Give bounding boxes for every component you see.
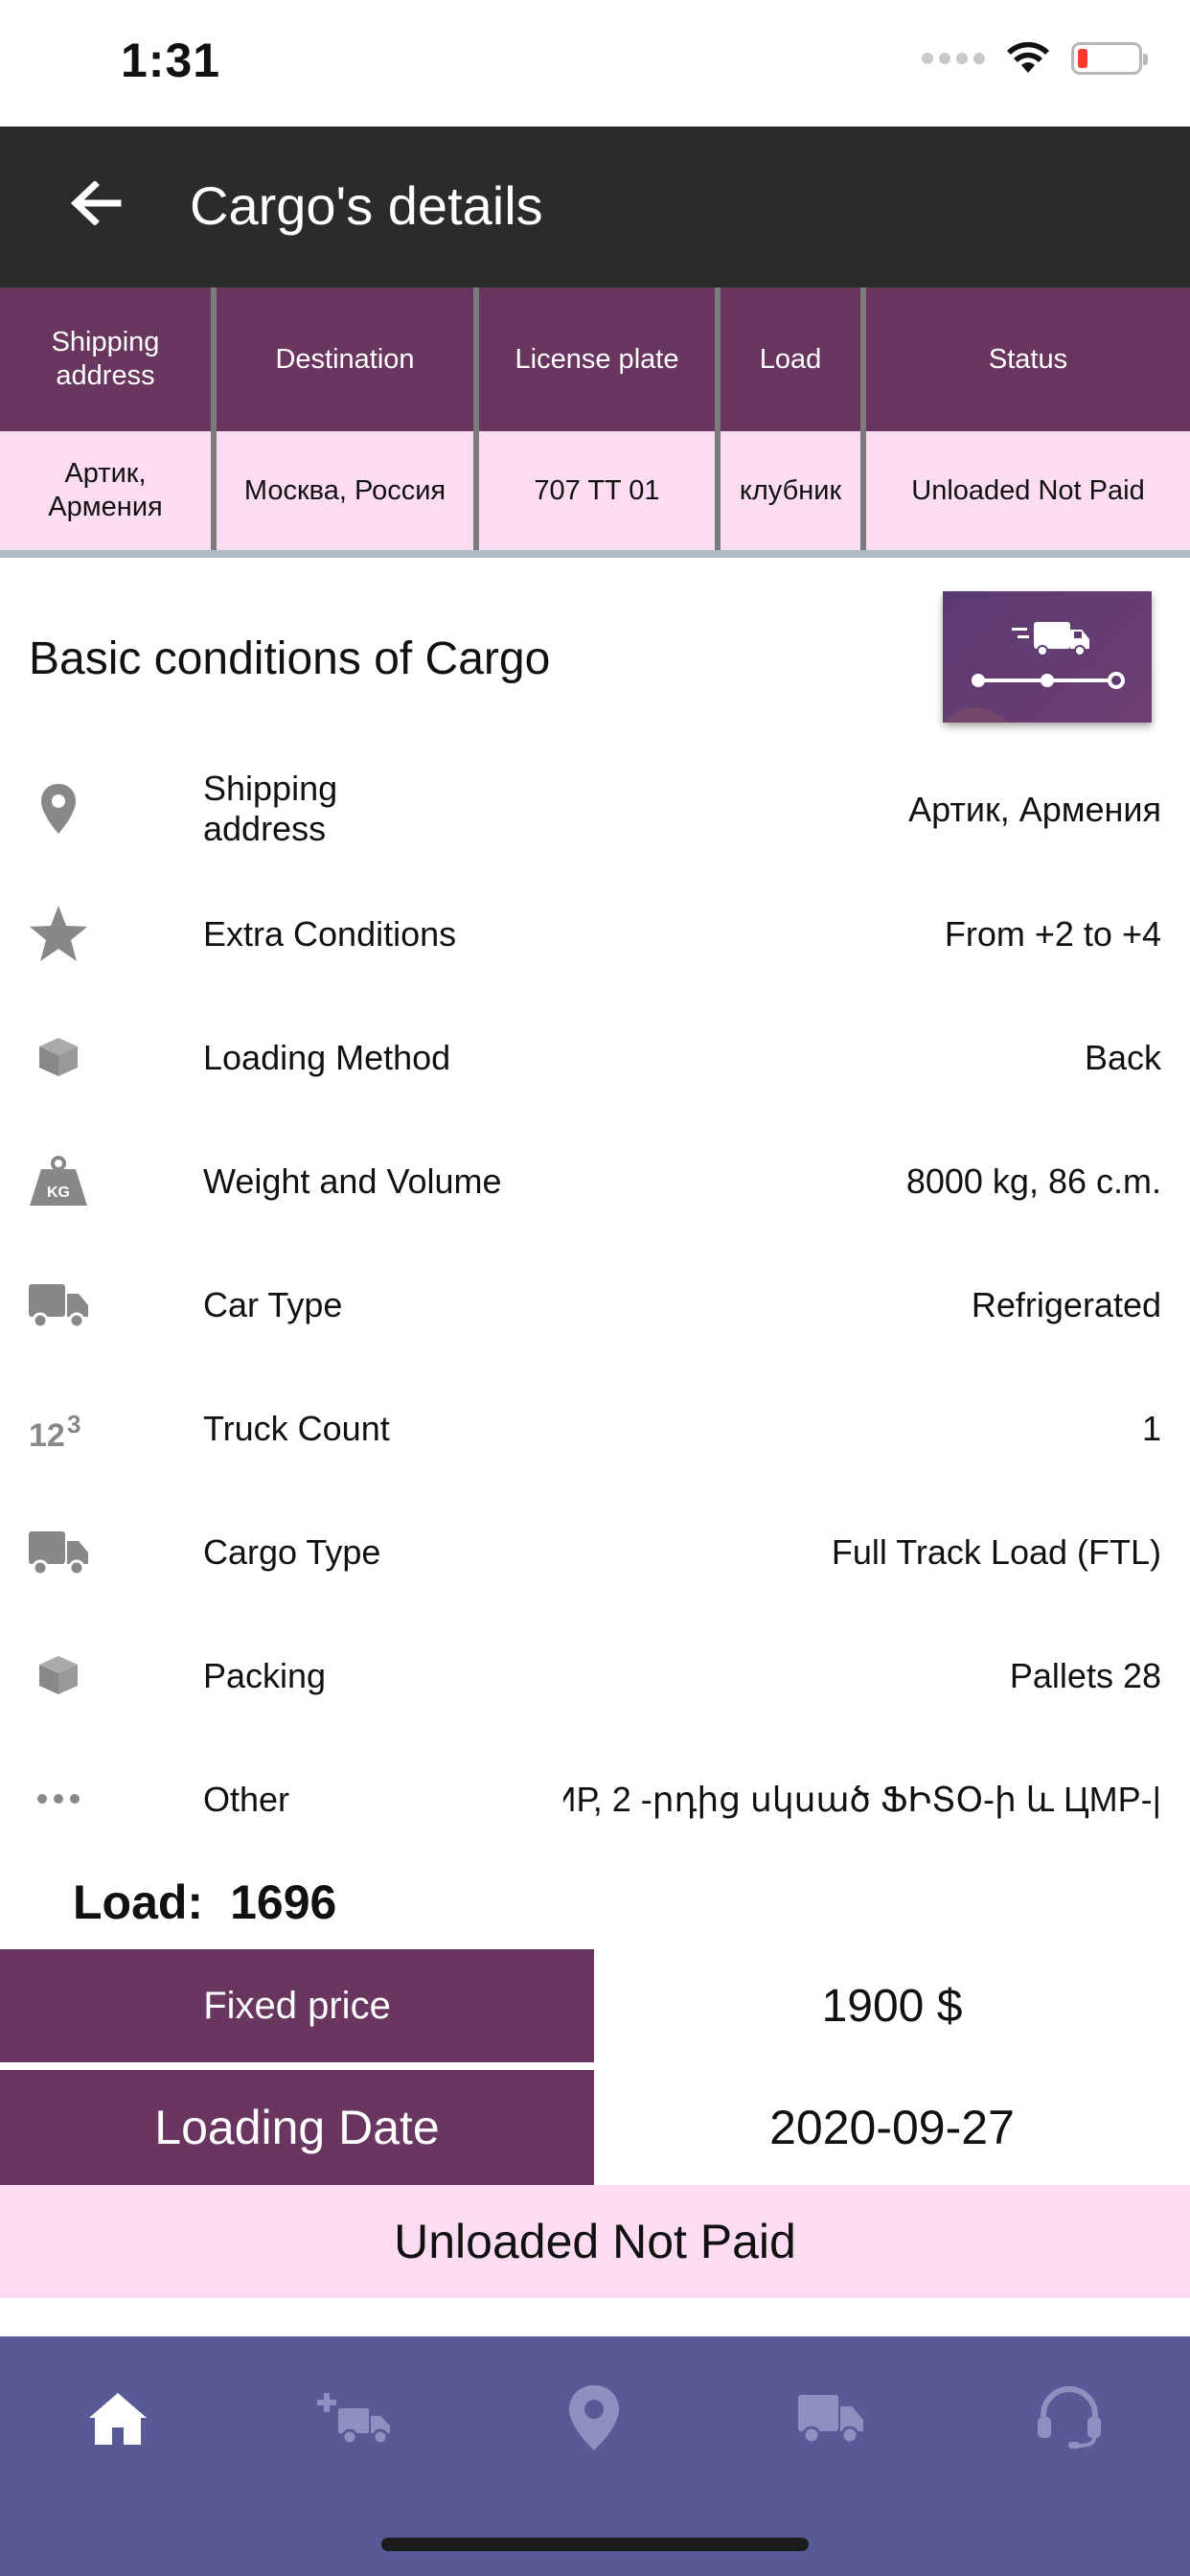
status-bar: 1:31: [0, 0, 1190, 126]
cell-destination: Москва, Россия: [217, 431, 479, 550]
detail-row-loading-method: Loading Method Back: [0, 1009, 1190, 1105]
header-license-plate: License plate: [479, 288, 721, 431]
nav-home[interactable]: [65, 2375, 171, 2461]
detail-row-weight-volume: KG Weight and Volume 8000 kg, 86 c.m.: [0, 1133, 1190, 1229]
page-title: Cargo's details: [190, 175, 543, 236]
route-button[interactable]: [943, 591, 1152, 723]
detail-value: Full Track Load (FTL): [831, 1532, 1161, 1572]
header-load: Load: [721, 288, 866, 431]
weight-kg-icon: KG: [27, 1154, 90, 1208]
table-header-row: Shipping address Destination License pla…: [0, 288, 1190, 431]
more-dots-icon: [27, 1772, 90, 1826]
detail-label: Extra Conditions: [203, 914, 457, 954]
status-banner: Unloaded Not Paid: [0, 2185, 1190, 2298]
detail-label: Truck Count: [203, 1409, 390, 1448]
header-status: Status: [866, 288, 1190, 431]
nav-support[interactable]: [1017, 2375, 1122, 2461]
location-pin-icon: [27, 782, 90, 836]
load-summary: Load: 1696: [73, 1874, 363, 1930]
detail-row-extra-conditions: Extra Conditions From +2 to +4: [0, 886, 1190, 981]
cellular-signal-icon: [922, 53, 985, 64]
header-destination: Destination: [217, 288, 479, 431]
load-label: Load:: [73, 1875, 204, 1929]
detail-row-cargo-type: Cargo Type Full Track Load (FTL): [0, 1504, 1190, 1599]
cell-shipping-address: Артик, Армения: [0, 431, 217, 550]
price-row: Fixed price 1900 $: [0, 1949, 1190, 2064]
truck-icon: [27, 1277, 90, 1331]
detail-value: 1: [1141, 1409, 1161, 1448]
app-bar: Cargo's details: [0, 126, 1190, 288]
delivery-route-icon: [943, 622, 1125, 723]
nav-my-trucks[interactable]: [778, 2375, 883, 2461]
load-value: 1696: [230, 1875, 337, 1929]
cell-load: клубник: [721, 431, 866, 550]
svg-text:KG: KG: [47, 1184, 70, 1201]
detail-label: Shipping address: [203, 769, 338, 848]
wifi-icon: [1007, 42, 1049, 73]
cell-status: Unloaded Not Paid: [866, 431, 1190, 550]
other-value-text: ИР, 2 -րդից սկսած ՖԻՏՕ-ի և ЦМР-|: [563, 1780, 1161, 1819]
add-truck-icon: [317, 2393, 390, 2446]
price-value: 1900 $: [594, 1949, 1190, 2062]
detail-label: Other: [203, 1780, 290, 1819]
back-button[interactable]: [57, 165, 134, 242]
truck-icon: [798, 2395, 863, 2445]
divider: [0, 550, 1190, 558]
header-shipping-address: Shipping address: [0, 288, 217, 431]
detail-row-truck-count: 12 3 Truck Count 1: [0, 1380, 1190, 1476]
box-icon: [27, 1648, 90, 1702]
detail-value: Back: [1084, 1038, 1161, 1077]
detail-value: ИР, 2 -րդից սկսած ՖԻՏՕ-ի և ЦМР-|: [563, 1780, 1161, 1820]
detail-row-packing: Packing Pallets 28: [0, 1627, 1190, 1723]
detail-value: Pallets 28: [1009, 1656, 1161, 1695]
truck-icon: [27, 1525, 90, 1578]
detail-label: Car Type: [203, 1285, 343, 1324]
location-pin-icon: [569, 2385, 619, 2450]
detail-value: Refrigerated: [971, 1285, 1161, 1324]
loading-date-value: 2020-09-27: [594, 2070, 1190, 2185]
detail-row-shipping-address: Shipping address Артик, Армения: [0, 761, 1190, 857]
star-icon: [27, 906, 90, 961]
detail-label: Loading Method: [203, 1038, 451, 1077]
detail-label: Cargo Type: [203, 1532, 381, 1572]
svg-text:3: 3: [67, 1410, 80, 1438]
loading-date-row: Loading Date 2020-09-27: [0, 2070, 1190, 2185]
price-label: Fixed price: [0, 1949, 594, 2062]
svg-text:12: 12: [29, 1417, 65, 1450]
detail-value: 8000 kg, 86 c.m.: [905, 1162, 1161, 1201]
battery-icon: [1071, 42, 1148, 75]
status-time: 1:31: [121, 34, 221, 87]
detail-row-car-type: Car Type Refrigerated: [0, 1256, 1190, 1352]
home-indicator[interactable]: [381, 2538, 809, 2551]
nav-add-cargo[interactable]: [303, 2375, 408, 2461]
arrow-left-icon: [70, 181, 122, 225]
section-title: Basic conditions of Cargo: [29, 633, 551, 684]
loading-date-label: Loading Date: [0, 2070, 594, 2185]
numbers-123-icon: 12 3: [27, 1401, 90, 1455]
detail-value: Артик, Армения: [908, 790, 1161, 829]
detail-label: Packing: [203, 1656, 327, 1695]
cell-license-plate: 707 TT 01: [479, 431, 721, 550]
box-icon: [27, 1030, 90, 1084]
nav-map[interactable]: [541, 2375, 647, 2461]
detail-value: From +2 to +4: [944, 914, 1161, 954]
status-icons: [922, 42, 1148, 75]
detail-label: Weight and Volume: [203, 1162, 502, 1201]
detail-row-other: Other ИР, 2 -րդից սկսած ՖԻՏՕ-ի և ЦМР-|: [0, 1751, 1190, 1847]
table-row[interactable]: Артик, Армения Москва, Россия 707 TT 01 …: [0, 431, 1190, 550]
support-headset-icon: [1038, 2386, 1101, 2449]
home-icon: [89, 2393, 147, 2445]
summary-table: Shipping address Destination License pla…: [0, 288, 1190, 554]
